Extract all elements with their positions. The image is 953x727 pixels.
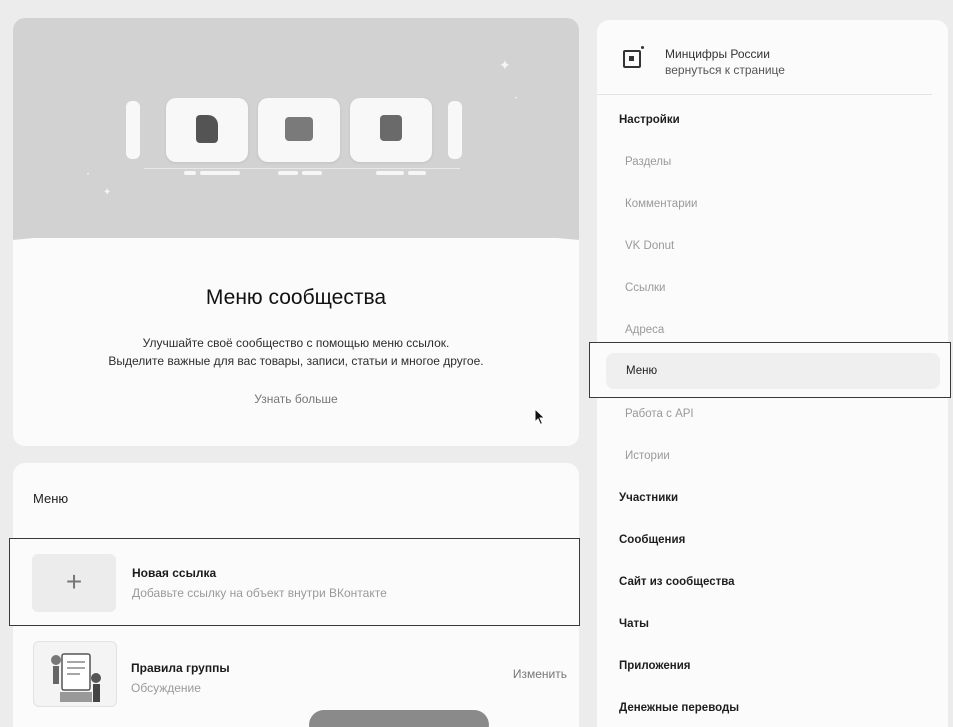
hero-title: Меню сообщества [205, 286, 387, 309]
hero-illustration: ✦ ✦ • • [13, 18, 579, 238]
community-logo-icon [623, 50, 641, 68]
document-icon [196, 115, 218, 143]
sidebar-item-api[interactable]: Работа с API [597, 394, 948, 434]
grid-icon [380, 115, 402, 141]
rules-illustration-icon [51, 653, 101, 702]
sidebar-item-transfers[interactable]: Денежные переводы [597, 688, 948, 727]
sidebar-item-links[interactable]: Ссылки [597, 268, 948, 308]
settings-sidebar: Минцифры России вернуться к странице Нас… [589, 20, 951, 727]
sidebar-item-chats[interactable]: Чаты [597, 604, 948, 644]
menu-intro-card: ✦ ✦ • • Меню сообщества Улучшайте своё с… [13, 18, 579, 446]
community-name: Минцифры России [665, 47, 770, 61]
tile-edge [448, 101, 462, 159]
learn-more-link[interactable]: Узнать больше [13, 392, 579, 406]
illustration-strip [126, 98, 476, 178]
caption-line [184, 171, 196, 175]
tile-edge [126, 101, 140, 159]
new-link-row[interactable]: + Новая ссылка Добавьте ссылку на объект… [9, 538, 580, 626]
mouse-cursor-icon [534, 408, 546, 426]
image-icon [285, 117, 313, 141]
sparkle-icon: • [87, 172, 90, 178]
new-link-title: Новая ссылка [132, 566, 217, 580]
plus-icon[interactable]: + [32, 554, 116, 612]
rules-thumbnail [33, 641, 117, 707]
new-link-subtitle: Добавьте ссылку на объект внутри ВКонтак… [132, 586, 387, 600]
sidebar-item-label: Меню [626, 365, 658, 377]
community-header[interactable]: Минцифры России вернуться к странице [597, 20, 932, 95]
sidebar-item-site[interactable]: Сайт из сообщества [597, 562, 948, 602]
menu-section-title: Меню [33, 491, 69, 506]
menu-item-subtitle: Обсуждение [131, 681, 201, 695]
hero-description: Улучшайте своё сообщество с помощью меню… [13, 334, 579, 370]
sparkle-icon: • [515, 96, 518, 102]
menu-item-title: Правила группы [131, 661, 230, 675]
menu-card: Меню + Новая ссылка Добавьте ссылку на о… [9, 463, 580, 727]
strip-baseline [144, 168, 460, 169]
hero-curve [13, 218, 579, 240]
floating-pill[interactable] [309, 710, 489, 727]
hero-description-line: Улучшайте своё сообщество с помощью меню… [142, 336, 450, 350]
image-tile [258, 98, 340, 162]
grid-tile [350, 98, 432, 162]
sidebar-item-stories[interactable]: Истории [597, 436, 948, 476]
edit-button[interactable]: Изменить [513, 667, 567, 681]
sidebar-item-members[interactable]: Участники [597, 478, 948, 518]
menu-item-row[interactable]: Правила группы Обсуждение Изменить [33, 641, 573, 711]
document-tile [166, 98, 248, 162]
hero-description-line: Выделите важные для вас товары, записи, … [108, 354, 484, 368]
sparkle-icon: ✦ [103, 187, 112, 198]
logo-dot [641, 46, 644, 49]
back-to-page-link[interactable]: вернуться к странице [665, 63, 785, 77]
sparkle-icon: ✦ [499, 57, 511, 73]
caption-line [302, 171, 322, 175]
sidebar-item-vk-donut[interactable]: VK Donut [597, 226, 948, 266]
caption-line [278, 171, 298, 175]
sidebar-item-sections[interactable]: Разделы [597, 142, 948, 182]
caption-line [200, 171, 240, 175]
sidebar-item-messages[interactable]: Сообщения [597, 520, 948, 560]
page: ✦ ✦ • • Меню сообщества Улучшайте своё с… [0, 0, 953, 727]
caption-line [376, 171, 404, 175]
sidebar-item-settings[interactable]: Настройки [597, 100, 948, 140]
sidebar-item-menu[interactable]: Меню [589, 342, 951, 398]
sidebar-item-comments[interactable]: Комментарии [597, 184, 948, 224]
caption-line [408, 171, 426, 175]
sidebar-item-apps[interactable]: Приложения [597, 646, 948, 686]
